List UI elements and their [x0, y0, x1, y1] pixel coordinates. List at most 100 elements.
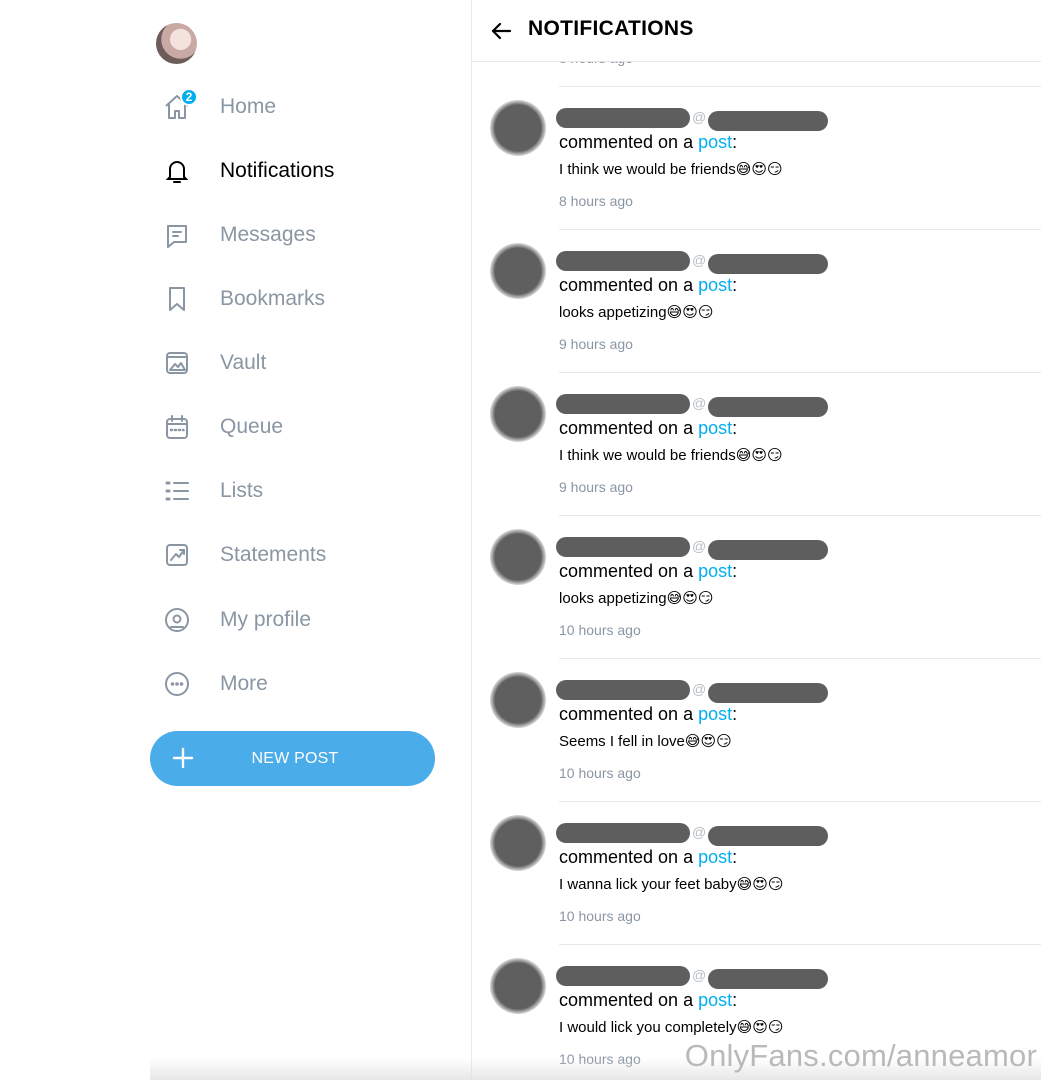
- chart-icon: [160, 538, 194, 572]
- notification-text: commented on a post:: [559, 561, 737, 582]
- avatar[interactable]: [490, 958, 546, 1014]
- new-post-button[interactable]: NEW POST: [150, 731, 435, 786]
- new-post-label: NEW POST: [251, 749, 339, 767]
- bell-icon: [160, 154, 194, 188]
- notifications-panel: NOTIFICATIONS 8 hours ago @ commented on …: [472, 0, 1041, 1080]
- notification-prefix: commented on a: [559, 990, 699, 1010]
- notification-item[interactable]: @ commented on a post: looks appetizing😅😍😏…: [472, 229, 1041, 373]
- comment-text: looks appetizing😅😍😏: [559, 589, 714, 607]
- comment-text: I would lick you completely😅😍😏: [559, 1018, 784, 1036]
- emoji: 😅😍😏: [735, 161, 783, 178]
- list-icon: [160, 474, 194, 508]
- comment-body: looks appetizing: [559, 304, 667, 321]
- sidebar-item-label: More: [220, 672, 268, 695]
- divider: [559, 372, 1041, 373]
- avatar[interactable]: [490, 100, 546, 156]
- sidebar-item-lists[interactable]: Lists: [160, 471, 263, 511]
- post-link[interactable]: post: [698, 132, 732, 152]
- post-link[interactable]: post: [698, 847, 732, 867]
- sidebar-item-label: My profile: [220, 608, 312, 631]
- notification-text: commented on a post:: [559, 990, 737, 1011]
- sidebar-item-statements[interactable]: Statements: [160, 535, 326, 575]
- at-sign: @: [692, 538, 707, 554]
- notification-item[interactable]: @ commented on a post: I think we would be…: [472, 372, 1041, 516]
- redacted-username: [708, 969, 828, 989]
- notification-time: 9 hours ago: [559, 479, 633, 495]
- sidebar-item-queue[interactable]: Queue: [160, 407, 283, 447]
- comment-body: Seems I fell in love: [559, 733, 685, 750]
- avatar[interactable]: [490, 815, 546, 871]
- avatar[interactable]: [156, 23, 197, 64]
- comment-body: I wanna lick your feet baby: [559, 876, 737, 893]
- sidebar-item-label: Queue: [220, 415, 284, 438]
- post-link[interactable]: post: [698, 704, 732, 724]
- redacted-username: [708, 826, 828, 846]
- sidebar-item-more[interactable]: More: [160, 664, 268, 704]
- avatar[interactable]: [490, 386, 546, 442]
- at-sign: @: [692, 395, 707, 411]
- redacted-username: [708, 540, 828, 560]
- divider: [559, 86, 1041, 87]
- at-sign: @: [692, 824, 707, 840]
- notification-item[interactable]: @ commented on a post: looks appetizing😅😍😏…: [472, 515, 1041, 659]
- notification-text: commented on a post:: [559, 704, 737, 725]
- bookmark-icon: [160, 282, 194, 316]
- emoji: 😅😍😏: [666, 590, 714, 607]
- notification-text: commented on a post:: [559, 847, 737, 868]
- sidebar-item-messages[interactable]: Messages: [160, 215, 316, 255]
- at-sign: @: [692, 109, 707, 125]
- notification-time: 10 hours ago: [559, 622, 641, 638]
- image-icon: [160, 346, 194, 380]
- sidebar-item-label: Home: [220, 95, 277, 118]
- redacted-name: [556, 680, 690, 700]
- notification-time: 8 hours ago: [559, 193, 633, 209]
- divider: [559, 658, 1041, 659]
- comment-body: I think we would be friends: [559, 161, 736, 178]
- redacted-username: [708, 683, 828, 703]
- sidebar-item-label: Vault: [220, 351, 267, 374]
- sidebar-item-my-profile[interactable]: My profile: [160, 600, 311, 640]
- sidebar-item-vault[interactable]: Vault: [160, 343, 266, 383]
- sidebar-item-notifications[interactable]: Notifications: [160, 151, 334, 191]
- emoji: 😅😍😏: [735, 447, 783, 464]
- sidebar-item-bookmarks[interactable]: Bookmarks: [160, 279, 325, 319]
- notification-time: 10 hours ago: [559, 765, 641, 781]
- comment-text: I wanna lick your feet baby😅😍😏: [559, 875, 784, 893]
- redacted-name: [556, 251, 690, 271]
- back-arrow-icon[interactable]: [488, 18, 514, 44]
- home-icon: 2: [160, 88, 198, 124]
- notification-prefix: commented on a: [559, 418, 699, 438]
- home-badge: 2: [180, 88, 198, 106]
- post-link[interactable]: post: [698, 418, 732, 438]
- avatar[interactable]: [490, 243, 546, 299]
- post-link[interactable]: post: [698, 275, 732, 295]
- notification-item[interactable]: @ commented on a post: Seems I fell in lov…: [472, 658, 1041, 802]
- notification-text: commented on a post:: [559, 132, 737, 153]
- redacted-username: [708, 397, 828, 417]
- profile-icon: [160, 603, 194, 637]
- sidebar: 2 Home Notifications Messages Bookmarks …: [0, 0, 471, 1080]
- comment-text: looks appetizing😅😍😏: [559, 303, 714, 321]
- avatar[interactable]: [490, 529, 546, 585]
- more-icon: [160, 667, 194, 701]
- redacted-name: [556, 394, 690, 414]
- at-sign: @: [692, 681, 707, 697]
- notification-time: 10 hours ago: [559, 908, 641, 924]
- notification-time: 9 hours ago: [559, 336, 633, 352]
- comment-body: I think we would be friends: [559, 447, 736, 464]
- redacted-username: [708, 111, 828, 131]
- sidebar-item-label: Lists: [220, 479, 264, 502]
- page-title: NOTIFICATIONS: [528, 17, 694, 40]
- notification-prefix: commented on a: [559, 704, 699, 724]
- comment-text: Seems I fell in love😅😍😏: [559, 732, 732, 750]
- at-sign: @: [692, 252, 707, 268]
- notification-item[interactable]: @ commented on a post: I wanna lick your f…: [472, 801, 1041, 945]
- notification-item[interactable]: @ commented on a post: I think we would be…: [472, 86, 1041, 230]
- post-link[interactable]: post: [698, 561, 732, 581]
- notification-text: commented on a post:: [559, 275, 737, 296]
- post-link[interactable]: post: [698, 990, 732, 1010]
- avatar[interactable]: [490, 672, 546, 728]
- sidebar-item-label: Notifications: [220, 159, 335, 182]
- redacted-name: [556, 966, 690, 986]
- sidebar-item-home[interactable]: 2 Home: [160, 87, 276, 127]
